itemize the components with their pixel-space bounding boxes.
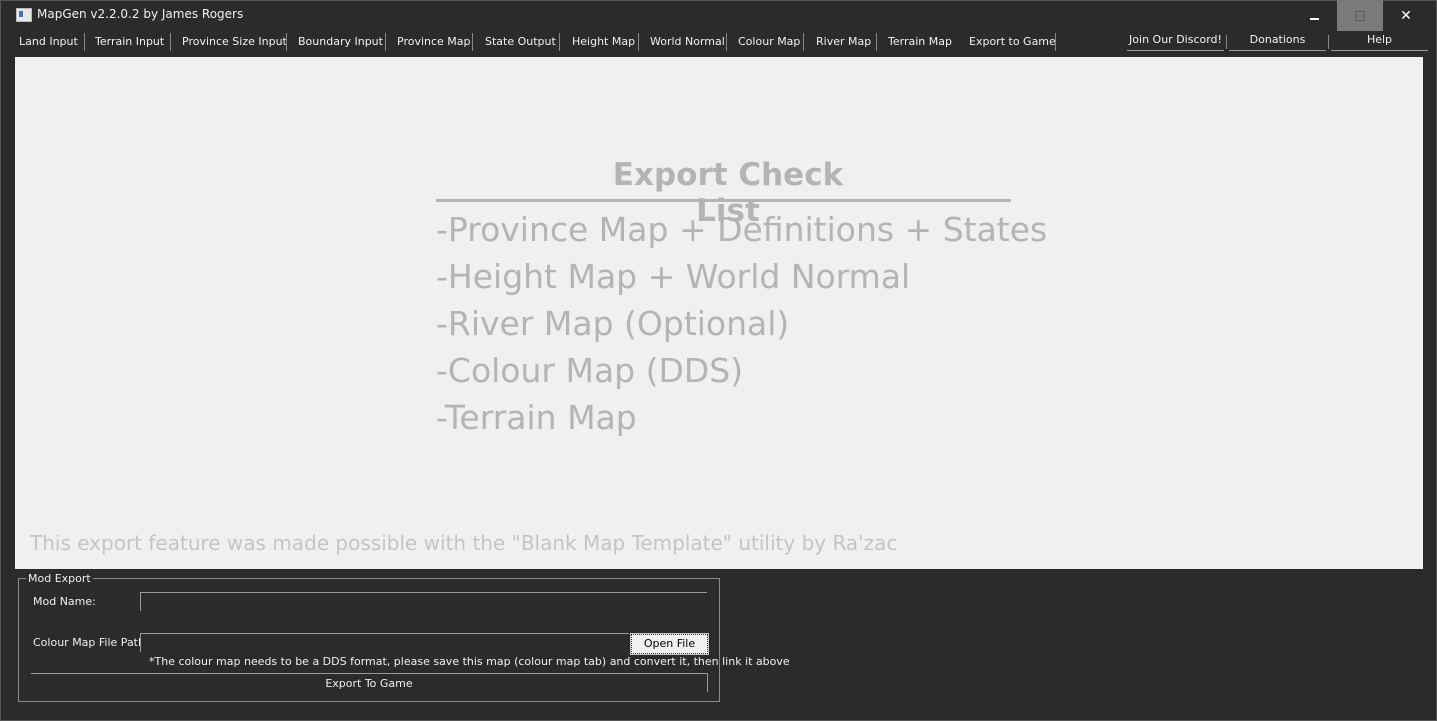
maximize-button[interactable] [1337, 0, 1383, 31]
checklist-item: -Colour Map (DDS) [436, 351, 744, 390]
help-button[interactable]: Help [1328, 33, 1428, 51]
app-icon [16, 8, 32, 22]
donations-button[interactable]: Donations [1226, 33, 1326, 51]
checklist-item: -River Map (Optional) [436, 304, 790, 343]
tab-world-normal[interactable]: World Normal [650, 35, 725, 48]
menu-bar: Land Input Terrain Input Province Size I… [0, 32, 1437, 54]
mod-name-label: Mod Name: [33, 595, 96, 608]
tab-separator [385, 33, 386, 51]
tab-separator [638, 33, 639, 51]
tab-separator [726, 33, 727, 51]
tab-province-map[interactable]: Province Map [397, 35, 471, 48]
help-label: Help [1366, 33, 1393, 46]
export-to-game-button[interactable]: Export To Game [31, 673, 708, 692]
tab-river-map[interactable]: River Map [816, 35, 871, 48]
minimize-icon [1309, 17, 1319, 20]
tab-export-to-game[interactable]: Export to Game [969, 35, 1056, 48]
donations-label: Donations [1249, 33, 1306, 46]
tab-land-input[interactable]: Land Input [19, 35, 78, 48]
checklist-divider [436, 199, 1011, 202]
checklist-item: -Terrain Map [436, 398, 637, 437]
dds-format-note: *The colour map needs to be a DDS format… [149, 655, 790, 668]
tab-terrain-input[interactable]: Terrain Input [95, 35, 164, 48]
tab-separator [286, 33, 287, 51]
tab-separator [84, 33, 85, 51]
tab-boundary-input[interactable]: Boundary Input [298, 35, 383, 48]
window-title: MapGen v2.2.0.2 by James Rogers [37, 7, 244, 21]
join-discord-button[interactable]: Join Our Discord! [1127, 33, 1224, 51]
minimize-button[interactable] [1291, 0, 1337, 31]
tab-separator [170, 33, 171, 51]
maximize-icon [1355, 10, 1365, 21]
tab-separator [803, 33, 804, 51]
title-bar: MapGen v2.2.0.2 by James Rogers ✕ [0, 0, 1437, 31]
tab-separator [876, 33, 877, 51]
tab-province-size-input[interactable]: Province Size Input [182, 35, 287, 48]
tab-colour-map[interactable]: Colour Map [738, 35, 800, 48]
join-discord-label: Join Our Discord! [1129, 33, 1222, 46]
tab-terrain-map[interactable]: Terrain Map [888, 35, 952, 48]
colour-map-path-label: Colour Map File Path: [33, 636, 149, 649]
mod-name-input[interactable] [140, 592, 707, 611]
close-icon: ✕ [1400, 7, 1412, 24]
tab-separator [559, 33, 560, 51]
colour-map-path-input[interactable] [140, 633, 629, 652]
tab-height-map[interactable]: Height Map [572, 35, 635, 48]
close-button[interactable]: ✕ [1383, 0, 1429, 31]
checklist-item: -Province Map + Definitions + States [436, 210, 1048, 249]
mod-export-group: Mod Export Mod Name: Colour Map File Pat… [18, 572, 790, 702]
export-checklist-panel: Export Check List -Province Map + Defini… [15, 57, 1423, 569]
open-file-button[interactable]: Open File [630, 633, 709, 655]
mod-export-title: Mod Export [26, 572, 93, 585]
tab-separator [1055, 33, 1056, 51]
tab-separator [472, 33, 473, 51]
tab-state-output[interactable]: State Output [485, 35, 556, 48]
checklist-item: -Height Map + World Normal [436, 257, 911, 296]
credit-text: This export feature was made possible wi… [30, 531, 898, 555]
